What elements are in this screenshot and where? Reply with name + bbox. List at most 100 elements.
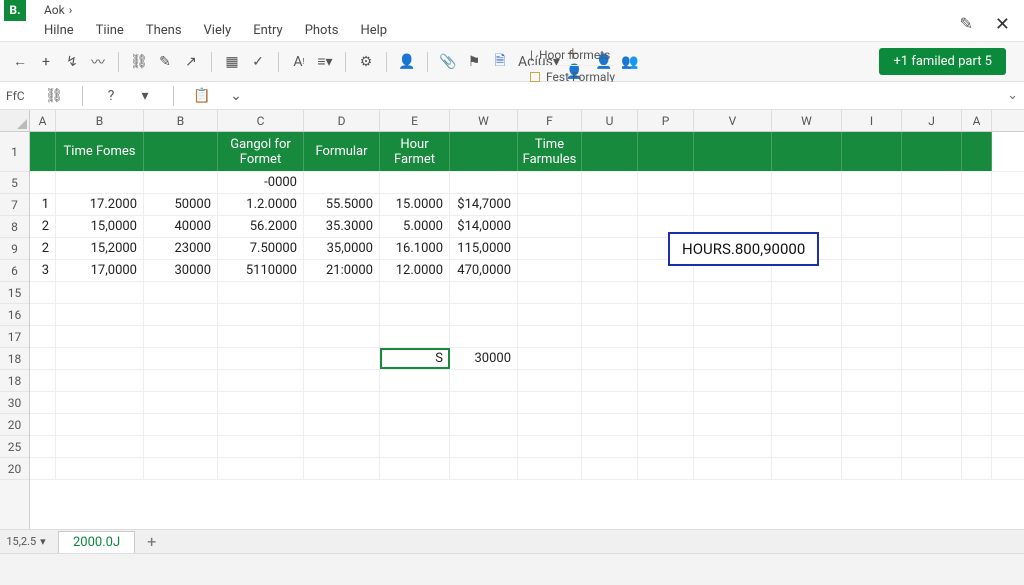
header-cell[interactable] [842, 132, 902, 171]
cell[interactable]: $14,7000 [450, 194, 518, 215]
cell[interactable] [56, 392, 144, 413]
cell[interactable] [638, 392, 694, 413]
row-header[interactable]: 1 [0, 132, 29, 172]
row-header[interactable]: 15 [0, 282, 29, 304]
cell[interactable] [694, 304, 772, 325]
row-header[interactable]: 20 [0, 458, 29, 480]
cell[interactable] [30, 282, 56, 303]
cell[interactable] [56, 282, 144, 303]
row-header[interactable]: 25 [0, 436, 29, 458]
row-header[interactable]: 20 [0, 414, 29, 436]
dropdown-icon[interactable]: ▾ [133, 84, 157, 108]
font-icon[interactable]: A! [287, 50, 311, 74]
cell[interactable] [902, 194, 962, 215]
gear-icon[interactable]: ⚙ [354, 50, 378, 74]
cell[interactable] [582, 304, 638, 325]
cell[interactable] [144, 370, 218, 391]
cell[interactable] [304, 282, 380, 303]
cell[interactable]: 55.5000 [304, 194, 380, 215]
cell[interactable] [56, 304, 144, 325]
header-cell[interactable]: Time Farmules [518, 132, 582, 171]
cell[interactable] [30, 304, 56, 325]
cell[interactable] [638, 304, 694, 325]
cell[interactable] [902, 326, 962, 347]
cell[interactable] [144, 436, 218, 457]
cell[interactable] [30, 348, 56, 369]
header-cell[interactable]: Gangol for Formet [218, 132, 304, 171]
cell[interactable] [380, 458, 450, 479]
cell[interactable]: 7.50000 [218, 238, 304, 259]
expand-icon[interactable]: ⌄ [1007, 88, 1018, 103]
header-cell[interactable] [30, 132, 56, 171]
select-all-corner[interactable] [0, 110, 30, 132]
col-header[interactable]: W [772, 110, 842, 131]
cell[interactable] [772, 194, 842, 215]
cell[interactable]: 15,2000 [56, 238, 144, 259]
cell[interactable] [582, 326, 638, 347]
cell[interactable] [304, 370, 380, 391]
cell[interactable] [772, 458, 842, 479]
cell[interactable] [218, 436, 304, 457]
link-icon[interactable]: ⛓ [127, 50, 151, 74]
cell[interactable] [218, 392, 304, 413]
table-icon[interactable]: ▦ [220, 50, 244, 74]
cell[interactable] [962, 260, 992, 281]
action-pill[interactable]: +1 familed part 5 [879, 48, 1006, 75]
back-icon[interactable]: ← [8, 50, 32, 74]
row-header[interactable]: 18 [0, 370, 29, 392]
cell[interactable] [518, 436, 582, 457]
spark-icon[interactable]: ↯ [60, 50, 84, 74]
col-header[interactable]: A [30, 110, 56, 131]
header-cell[interactable] [450, 132, 518, 171]
cell[interactable] [962, 304, 992, 325]
col-header[interactable]: I [842, 110, 902, 131]
header-cell[interactable]: Time Fomes [56, 132, 144, 171]
cell[interactable]: S [380, 348, 450, 369]
close-icon[interactable]: ✕ [995, 14, 1010, 35]
cell[interactable] [450, 172, 518, 193]
row-header[interactable]: 6 [0, 260, 29, 282]
cell[interactable] [380, 282, 450, 303]
menu-phots[interactable]: Phots [305, 23, 339, 38]
cell[interactable] [962, 172, 992, 193]
side-label-1[interactable]: Hoor formets [539, 47, 610, 63]
cell[interactable]: 1.2.0000 [218, 194, 304, 215]
cell[interactable]: 17.2000 [56, 194, 144, 215]
cell[interactable]: 115,0000 [450, 238, 518, 259]
cell[interactable] [694, 436, 772, 457]
cell[interactable] [582, 238, 638, 259]
link2-icon[interactable]: ⛓ [42, 84, 66, 108]
cell[interactable] [638, 436, 694, 457]
pen-icon[interactable]: ✎ [153, 50, 177, 74]
cell[interactable]: 35.3000 [304, 216, 380, 237]
cell[interactable] [30, 172, 56, 193]
cell[interactable] [56, 348, 144, 369]
cell[interactable] [582, 260, 638, 281]
cell[interactable] [638, 370, 694, 391]
attach-icon[interactable]: 📎 [436, 50, 460, 74]
cell[interactable] [380, 172, 450, 193]
wave-icon[interactable]: 〰 [86, 50, 110, 74]
cell[interactable] [304, 458, 380, 479]
cell[interactable] [380, 326, 450, 347]
cell[interactable] [582, 458, 638, 479]
menu-help[interactable]: Help [360, 23, 387, 38]
cell[interactable] [30, 458, 56, 479]
cell[interactable] [842, 348, 902, 369]
cell[interactable]: 12.0000 [380, 260, 450, 281]
header-cell[interactable]: Hour Farmet [380, 132, 450, 171]
cell[interactable] [450, 458, 518, 479]
col-header[interactable]: F [518, 110, 582, 131]
cell[interactable] [582, 370, 638, 391]
cell[interactable]: 3 [30, 260, 56, 281]
cell[interactable] [772, 414, 842, 435]
header-cell[interactable] [962, 132, 992, 171]
floating-hours-box[interactable]: HOURS.800,90000 [668, 232, 819, 266]
header-cell[interactable] [638, 132, 694, 171]
cell[interactable] [30, 436, 56, 457]
cell[interactable]: 17,0000 [56, 260, 144, 281]
row-header[interactable]: 18 [0, 348, 29, 370]
cell[interactable]: 40000 [144, 216, 218, 237]
pin-icon[interactable]: ✎ [960, 14, 973, 35]
cell[interactable] [450, 392, 518, 413]
